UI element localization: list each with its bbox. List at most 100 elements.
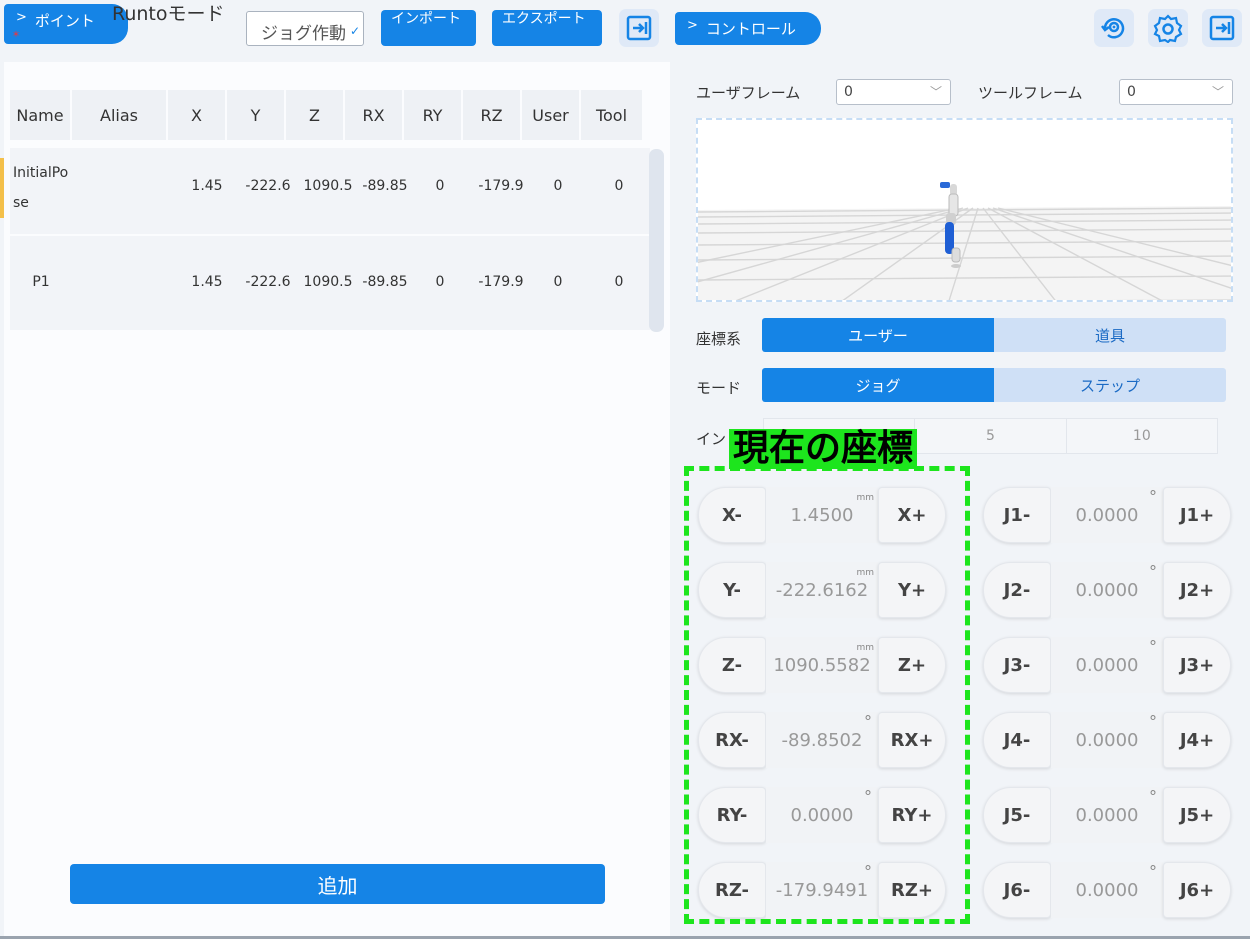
add-point-button[interactable]: 追加 (70, 864, 605, 904)
user-frame-select[interactable]: 0 ﹀ (836, 79, 951, 105)
settings-icon[interactable] (1148, 9, 1188, 47)
control-tab[interactable]: > コントロール (675, 12, 821, 45)
coord-user-option[interactable]: ユーザー (762, 318, 994, 352)
jog-x-minus-button[interactable]: X- (698, 487, 766, 543)
jog-j6-plus-button[interactable]: J6+ (1163, 862, 1231, 918)
unsaved-marker: * (13, 29, 19, 43)
jog-value-text: -89.8502 (781, 729, 863, 751)
chevron-down-icon: ﹀ (1211, 85, 1224, 99)
increment-label: イン (696, 430, 727, 448)
chevron-right-icon: > (687, 18, 698, 33)
table-row[interactable]: InitialPose 1.45 -222.6 1090.5 -89.85 0 … (10, 148, 650, 234)
jog-j2-minus-button[interactable]: J2- (983, 562, 1051, 618)
jog-rx-minus-button[interactable]: RX- (698, 712, 766, 768)
jog-value-text: 0.0000 (1075, 729, 1139, 751)
jog-row-j3: J3- 0.0000 ° J3+ (983, 637, 1231, 693)
cell-ry: 0 (435, 178, 445, 194)
jog-row-j1: J1- 0.0000 ° J1+ (983, 487, 1231, 543)
col-header-ry: RY (404, 90, 461, 140)
jog-y-plus-button[interactable]: Y+ (878, 562, 946, 618)
control-panel: ユーザフレーム 0 ﹀ ツールフレーム 0 ﹀ 座標系 ユーザー 道具 モード … (676, 62, 1250, 939)
unit-label: ° (1149, 862, 1157, 881)
tool-frame-select[interactable]: 0 ﹀ (1119, 79, 1233, 105)
jog-j5-plus-button[interactable]: J5+ (1163, 787, 1231, 843)
jog-row-x: X- 1.4500 mm X+ (698, 487, 946, 543)
jog-mode-select-value: ジョグ作動 (261, 24, 346, 44)
jog-j4-minus-button[interactable]: J4- (983, 712, 1051, 768)
jog-j5-minus-button[interactable]: J5- (983, 787, 1051, 843)
unit-label: ° (864, 862, 872, 881)
current-coordinates-annotation-label: 現在の座標 (729, 429, 918, 469)
control-tab-label: コントロール (705, 20, 796, 38)
cell-name: P1 (32, 274, 50, 290)
robot-arm-icon (930, 178, 970, 277)
jog-rx-plus-button[interactable]: RX+ (878, 712, 946, 768)
coord-tool-option[interactable]: 道具 (994, 318, 1226, 352)
table-row[interactable]: P1 1.45 -222.6 1090.5 -89.85 0 -179.9 0 … (10, 236, 650, 330)
cell-x: 1.45 (191, 274, 223, 290)
jog-j3-value: 0.0000 ° (1051, 637, 1163, 693)
runto-mode-label: Runtoモード (112, 3, 225, 25)
jog-z-plus-button[interactable]: Z+ (878, 637, 946, 693)
chevron-right-icon: > (16, 10, 27, 25)
jog-j1-value: 0.0000 ° (1051, 487, 1163, 543)
jog-j3-plus-button[interactable]: J3+ (1163, 637, 1231, 693)
jog-rz-value: -179.9491 ° (766, 862, 878, 918)
tool-frame-label: ツールフレーム (978, 84, 1083, 102)
export-button[interactable]: エクスポート (492, 10, 602, 46)
coord-system-label: 座標系 (696, 330, 742, 348)
jog-ry-value: 0.0000 ° (766, 787, 878, 843)
jog-y-value: -222.6162 mm (766, 562, 878, 618)
jog-value-text: 0.0000 (1075, 654, 1139, 676)
jog-z-minus-button[interactable]: Z- (698, 637, 766, 693)
unit-label: ° (1149, 787, 1157, 806)
jog-y-minus-button[interactable]: Y- (698, 562, 766, 618)
jog-row-y: Y- -222.6162 mm Y+ (698, 562, 946, 618)
jog-row-j4: J4- 0.0000 ° J4+ (983, 712, 1231, 768)
jog-ry-plus-button[interactable]: RY+ (878, 787, 946, 843)
jog-j4-plus-button[interactable]: J4+ (1163, 712, 1231, 768)
tool-frame-select-value: 0 (1127, 84, 1136, 100)
col-header-name: Name (10, 90, 70, 140)
cell-y: -222.6 (245, 274, 291, 290)
jog-j2-value: 0.0000 ° (1051, 562, 1163, 618)
exit-icon[interactable] (619, 9, 659, 47)
mode-jog-option[interactable]: ジョグ (762, 368, 994, 402)
logout-icon[interactable] (1202, 9, 1242, 47)
jog-rz-plus-button[interactable]: RZ+ (878, 862, 946, 918)
jog-value-text: 1090.5582 (773, 654, 871, 676)
unit-label: ° (1149, 487, 1157, 506)
jog-j2-plus-button[interactable]: J2+ (1163, 562, 1231, 618)
mode-label: モード (696, 379, 742, 397)
cell-rz: -179.9 (478, 274, 524, 290)
jog-row-z: Z- 1090.5582 mm Z+ (698, 637, 946, 693)
jog-row-ry: RY- 0.0000 ° RY+ (698, 787, 946, 843)
robot-3d-view[interactable] (696, 118, 1233, 302)
jog-rz-minus-button[interactable]: RZ- (698, 862, 766, 918)
col-header-tool: Tool (581, 90, 642, 140)
points-tab-label: ポイント (34, 12, 95, 30)
jog-value-text: -222.6162 (775, 579, 869, 601)
jog-z-value: 1090.5582 mm (766, 637, 878, 693)
chevron-down-icon: ﹀ (929, 85, 942, 99)
mode-step-option[interactable]: ステップ (994, 368, 1226, 402)
mode-toggle: ジョグ ステップ (762, 368, 1226, 402)
increment-option[interactable]: 5 (914, 419, 1065, 453)
reset-view-icon[interactable] (1094, 9, 1134, 47)
jog-j6-minus-button[interactable]: J6- (983, 862, 1051, 918)
cell-tool: 0 (614, 274, 624, 290)
increment-option[interactable]: 10 (1065, 419, 1217, 453)
jog-value-text: 0.0000 (1075, 879, 1139, 901)
jog-mode-select[interactable]: ジョグ作動 ✓ (246, 11, 364, 46)
jog-x-plus-button[interactable]: X+ (878, 487, 946, 543)
jog-ry-minus-button[interactable]: RY- (698, 787, 766, 843)
jog-j3-minus-button[interactable]: J3- (983, 637, 1051, 693)
table-scrollbar[interactable] (649, 149, 664, 332)
jog-row-rx: RX- -89.8502 ° RX+ (698, 712, 946, 768)
jog-j1-minus-button[interactable]: J1- (983, 487, 1051, 543)
jog-j1-plus-button[interactable]: J1+ (1163, 487, 1231, 543)
points-tab[interactable]: > ポイント (4, 4, 128, 44)
dropdown-check-icon: ✓ (349, 24, 360, 38)
import-button[interactable]: インポート (381, 10, 476, 46)
jog-j4-value: 0.0000 ° (1051, 712, 1163, 768)
